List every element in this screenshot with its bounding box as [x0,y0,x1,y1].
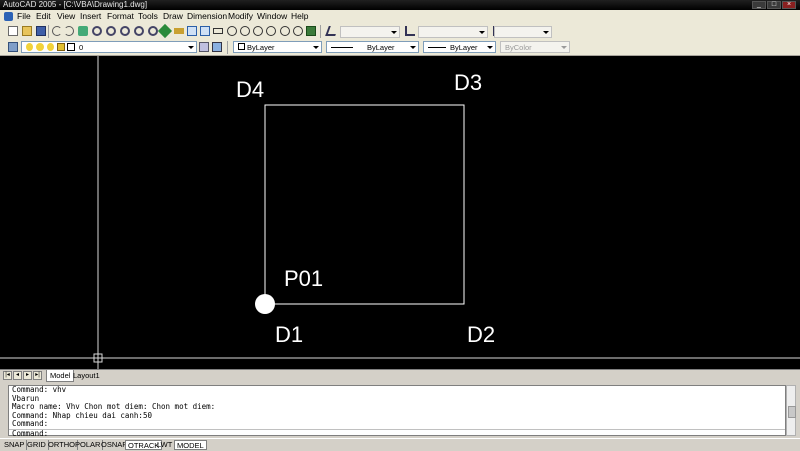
menu-modify[interactable]: Modify [228,10,253,23]
color-value: ByLayer [247,43,275,52]
menu-edit[interactable]: Edit [36,10,51,23]
label-d2: D2 [467,322,495,347]
zoom-previous-icon[interactable] [148,26,158,36]
ellipse-icon[interactable] [253,26,263,36]
layer-thaw-sun-icon [36,43,44,51]
label-p01: P01 [284,266,323,291]
maximize-button[interactable]: □ [767,1,781,9]
layer-manager-icon[interactable] [8,42,18,52]
layer-unlock-icon [57,43,65,51]
save-icon[interactable] [36,26,46,36]
point-p01-marker[interactable] [255,294,275,314]
rectangle-icon[interactable] [213,28,223,34]
layer-vp-sun-icon [47,43,54,51]
label-d1: D1 [275,322,303,347]
command-window[interactable]: Command: vhv Vbarun Macro name: Vhv Chon… [8,385,786,438]
window-title: AutoCAD 2005 - [C:\VBA\Drawing1.dwg] [3,0,148,9]
first-tab-button[interactable]: |◂ [3,371,12,380]
linetype-preview [331,47,353,48]
tab-layout1[interactable]: Layout1 [70,370,103,381]
drawing-canvas[interactable]: D4 D3 P01 D1 D2 [0,56,800,369]
layer-current-value: 0 [79,43,84,52]
menu-dimension[interactable]: Dimension [187,10,227,23]
menu-view[interactable]: View [57,10,75,23]
drawing-svg: D4 D3 P01 D1 D2 [0,56,800,369]
layer-color-swatch-icon [67,43,75,51]
make-object-layer-current-icon[interactable] [199,42,209,52]
zoom-realtime-icon[interactable] [92,26,102,36]
label-d4: D4 [236,77,264,102]
menu-file[interactable]: File [17,10,31,23]
dim-style-combo[interactable] [418,26,488,38]
layer-on-lightbulb-icon [26,43,33,51]
new-icon[interactable] [8,26,18,36]
title-bar: AutoCAD 2005 - [C:\VBA\Drawing1.dwg] _ □… [0,0,800,10]
snap-toggle[interactable]: SNAP [2,440,28,450]
arc-icon[interactable] [280,26,290,36]
lineweight-value: ByLayer [450,43,478,52]
vba-run-icon[interactable] [306,26,316,36]
last-tab-button[interactable]: ▸| [33,371,42,380]
lineweight-combo[interactable]: ByLayer [423,41,496,53]
pan-icon[interactable] [78,26,88,36]
open-icon[interactable] [22,26,32,36]
menu-insert[interactable]: Insert [80,10,101,23]
redo-icon[interactable] [64,26,74,36]
layer-previous-icon[interactable] [212,42,222,52]
undo-icon[interactable] [52,26,62,36]
zoom-in-icon[interactable] [120,26,130,36]
minimize-button[interactable]: _ [752,1,766,9]
menu-draw[interactable]: Draw [163,10,183,23]
command-scrollbar[interactable] [786,385,796,436]
menu-tools[interactable]: Tools [138,10,158,23]
color-swatch-icon [238,43,245,50]
command-history-line: Command: vhv [12,385,67,394]
status-bar: SNAP GRID ORTHO POLAR OSNAP OTRACK LWT M… [0,438,800,451]
standard-toolbar [0,23,800,41]
layer-combo[interactable]: 0 [21,41,197,53]
autocad-doc-icon[interactable] [4,12,13,21]
circle-icon[interactable] [227,26,237,36]
donut-icon[interactable] [240,26,250,36]
design-center-icon[interactable] [187,26,197,36]
match-properties-icon[interactable] [157,23,173,39]
linetype-value: ByLayer [367,43,395,52]
menu-help[interactable]: Help [291,10,308,23]
menu-window[interactable]: Window [257,10,287,23]
plotstyle-value: ByColor [505,43,532,52]
table-style-combo[interactable] [494,26,552,38]
zoom-out-icon[interactable] [134,26,144,36]
region-icon[interactable] [266,26,276,36]
color-combo[interactable]: ByLayer [233,41,322,53]
next-tab-button[interactable]: ▸ [23,371,32,380]
menu-bar: File Edit View Insert Format Tools Draw … [0,10,800,24]
text-style-combo[interactable] [340,26,400,38]
linetype-combo[interactable]: ByLayer [326,41,419,53]
text-style-icon[interactable] [325,26,339,36]
lwt-toggle[interactable]: LWT [155,440,176,450]
plotstyle-combo[interactable]: ByColor [500,41,570,53]
model-toggle[interactable]: MODEL [174,440,207,450]
properties-icon[interactable] [174,28,184,34]
menu-format[interactable]: Format [107,10,134,23]
lineweight-preview [428,47,446,48]
close-button[interactable]: × [782,1,796,9]
layout-tabs-bar: |◂ ◂ ▸ ▸| Model Layout1 [0,369,800,382]
tool-palettes-icon[interactable] [200,26,210,36]
label-d3: D3 [454,70,482,95]
command-history-line: Command: [12,419,49,429]
dim-style-icon[interactable] [405,26,415,36]
prev-tab-button[interactable]: ◂ [13,371,22,380]
cloud-icon[interactable] [293,26,303,36]
scroll-thumb[interactable] [788,406,796,418]
properties-toolbar: 0 ByLayer ByLayer ByLayer ByColor [0,40,800,56]
zoom-window-icon[interactable] [106,26,116,36]
command-history-line: Command: Nhap chieu dai canh:50 [12,410,152,420]
